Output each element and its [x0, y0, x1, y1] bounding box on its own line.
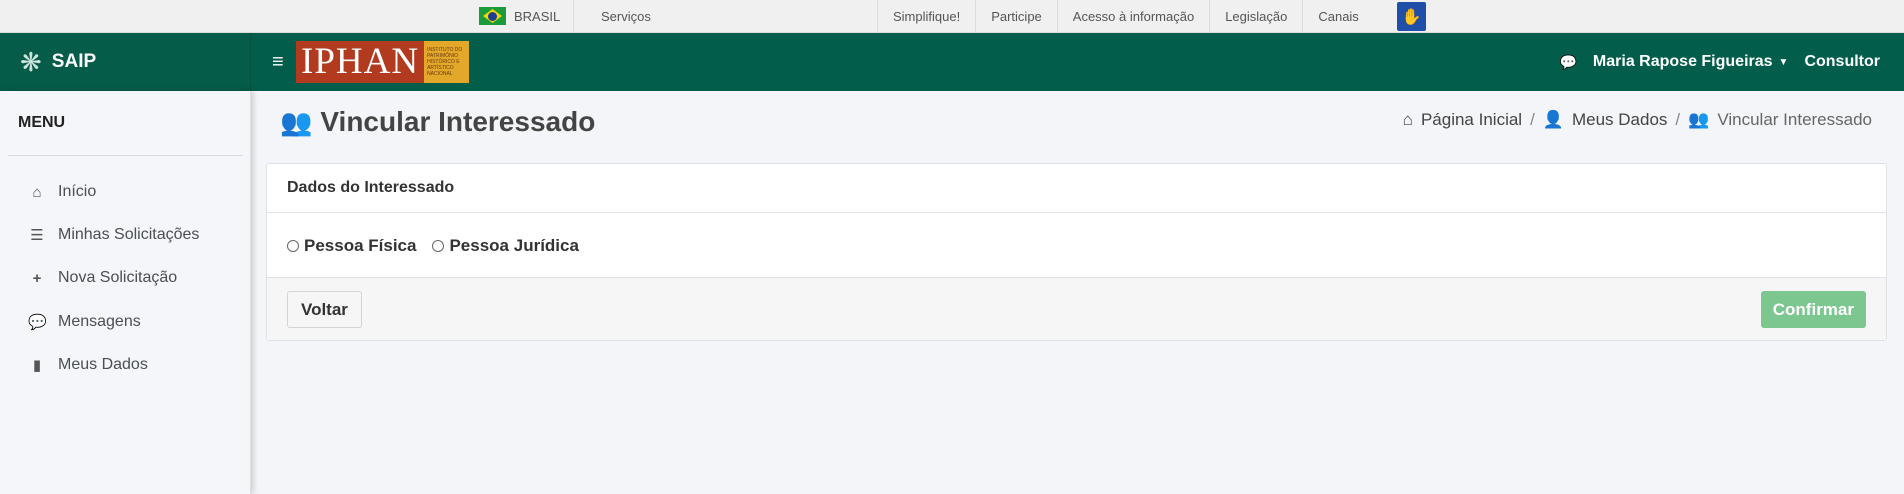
radio-circle[interactable] [432, 239, 445, 252]
plus-icon: + [32, 269, 42, 287]
hamburger-menu-icon[interactable]: ≡ [272, 51, 284, 74]
file-icon: ▮ [32, 357, 42, 374]
iphan-logo-subtext: INSTITUTO DO PATRIMÔNIO HISTÓRICO E ARTÍ… [424, 41, 470, 83]
confirmar-button[interactable]: Confirmar [1760, 291, 1866, 328]
radio-circle[interactable] [287, 239, 299, 252]
sidebar-item-minhas-solicitacoes[interactable]: ☰ Minhas Solicitações [28, 226, 199, 244]
page-title-text: Vincular Interessado [320, 106, 596, 137]
accessibility-sign-language-icon[interactable]: ✋ [1397, 2, 1426, 31]
person-type-options: Pessoa Física Pessoa Jurídica [267, 213, 1886, 278]
brasil-link[interactable]: BRASIL [479, 0, 575, 32]
sidebar-item-inicio[interactable]: ⌂ Início [28, 183, 96, 201]
gov-link-acesso[interactable]: Acesso à informação [1056, 0, 1209, 32]
sidebar-item-label: Minhas Solicitações [58, 226, 200, 243]
home-icon: ⌂ [1402, 110, 1413, 129]
user-icon: 👤 [1542, 110, 1564, 129]
breadcrumb-pagina-inicial[interactable]: Página Inicial [1421, 110, 1522, 130]
card-footer: Voltar Confirmar [267, 277, 1886, 340]
sidebar: MENU ⌂ Início ☰ Minhas Solicitações + No… [0, 91, 251, 494]
gov-link-simplifique[interactable]: Simplifique! [877, 0, 975, 32]
brasil-label: BRASIL [514, 8, 561, 24]
breadcrumb-current: Vincular Interessado [1717, 110, 1872, 129]
user-role: Consultor [1804, 53, 1880, 70]
sidebar-item-meus-dados[interactable]: ▮ Meus Dados [28, 356, 148, 374]
iphan-logo-text: IPHAN [296, 41, 425, 83]
caret-down-icon: ▼ [1778, 56, 1789, 68]
radio-pessoa-juridica[interactable]: Pessoa Jurídica [432, 235, 579, 256]
radio-label: Pessoa Jurídica [449, 235, 579, 255]
sidebar-item-label: Início [58, 183, 97, 200]
menu-divider [8, 155, 243, 156]
gov-bar: BRASIL Serviços Simplifique! Participe A… [0, 0, 1904, 33]
card-header: Dados do Interessado [267, 164, 1886, 213]
iphan-logo: IPHAN INSTITUTO DO PATRIMÔNIO HISTÓRICO … [296, 41, 470, 83]
radio-label: Pessoa Física [304, 235, 417, 255]
sidebar-item-nova-solicitacao[interactable]: + Nova Solicitação [28, 269, 178, 287]
menu-title: MENU [18, 114, 66, 131]
sidebar-item-label: Nova Solicitação [58, 269, 178, 286]
breadcrumb: ⌂ Página Inicial / 👤 Meus Dados / 👥 Vinc… [1403, 110, 1872, 130]
sidebar-item-mensagens[interactable]: 💬 Mensagens [28, 313, 141, 331]
home-icon: ⌂ [32, 183, 42, 201]
brazil-flag-icon [479, 7, 506, 25]
breadcrumb-separator: / [1530, 110, 1535, 129]
list-icon: ☰ [30, 227, 44, 244]
app-header: ❋ SAIP ≡ IPHAN INSTITUTO DO PATRIMÔNIO H… [0, 33, 1904, 91]
page-title: 👥 Vincular Interessado [280, 106, 595, 138]
user-name: Maria Rapose Figueiras [1592, 53, 1773, 70]
gov-link-legislacao[interactable]: Legislação [1209, 0, 1302, 32]
gov-links: Simplifique! Participe Acesso à informaç… [877, 0, 1374, 32]
breadcrumb-meus-dados[interactable]: Meus Dados [1572, 110, 1667, 130]
gov-link-canais[interactable]: Canais [1302, 0, 1373, 32]
sidebar-item-label: Mensagens [58, 313, 141, 330]
sidebar-item-label: Meus Dados [58, 356, 148, 373]
voltar-button[interactable]: Voltar [287, 291, 362, 328]
comments-icon: 💬 [28, 314, 47, 331]
servicos-link[interactable]: Serviços [601, 0, 651, 32]
saip-logo-icon: ❋ [20, 46, 42, 77]
gov-link-participe[interactable]: Participe [975, 0, 1057, 32]
app-brand[interactable]: ❋ SAIP [0, 33, 251, 91]
users-icon: 👥 [1688, 110, 1710, 129]
comments-icon[interactable]: 💬 [1559, 54, 1576, 71]
breadcrumb-separator: / [1675, 110, 1681, 129]
radio-pessoa-fisica[interactable]: Pessoa Física [287, 236, 416, 256]
app-name: SAIP [51, 51, 97, 72]
user-menu[interactable]: Maria Rapose Figueiras ▼ [1593, 53, 1789, 71]
interessado-card: Dados do Interessado Pessoa Física Pesso… [266, 163, 1887, 341]
users-icon: 👥 [280, 106, 313, 137]
header-right: 💬 Maria Rapose Figueiras ▼ Consultor [1559, 33, 1880, 91]
